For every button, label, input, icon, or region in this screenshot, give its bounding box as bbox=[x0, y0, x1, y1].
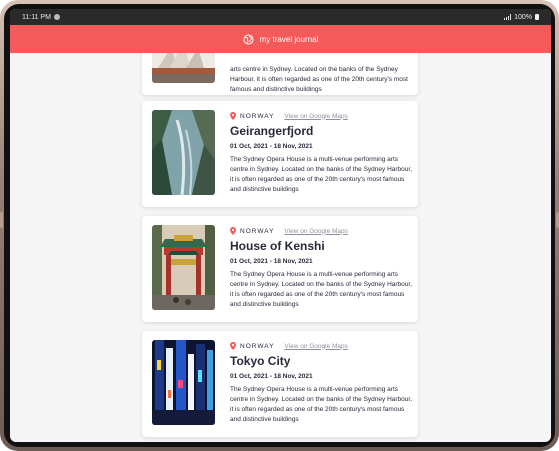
entry-photo bbox=[152, 340, 215, 425]
google-maps-link[interactable]: View on Google Maps bbox=[284, 113, 347, 120]
entry-description: arts centre in Sydney. Located on the ba… bbox=[230, 66, 408, 93]
notification-icon bbox=[53, 14, 60, 20]
battery-icon bbox=[535, 14, 539, 20]
entry-country: NORWAY bbox=[240, 342, 275, 350]
app-header: my travel journal bbox=[10, 25, 551, 53]
journal-list[interactable]: arts centre in Sydney. Located on the ba… bbox=[10, 53, 551, 442]
location-pin-icon bbox=[230, 342, 236, 350]
google-maps-link[interactable]: View on Google Maps bbox=[284, 228, 347, 235]
status-bar: 11:11 PM 100% bbox=[10, 9, 551, 25]
entry-photo bbox=[152, 225, 215, 310]
opera-house-photo bbox=[152, 53, 215, 83]
city-photo bbox=[152, 340, 215, 425]
entry-dates: 01 Oct, 2021 - 18 Nov, 2021 bbox=[230, 373, 313, 380]
device-frame: 11:11 PM 100% my travel journal arts cen… bbox=[0, 0, 559, 451]
entry-title: House of Kenshi bbox=[230, 239, 325, 253]
entry-dates: 01 Oct, 2021 - 18 Nov, 2021 bbox=[230, 143, 313, 150]
location-pin-icon bbox=[230, 227, 236, 235]
screen: 11:11 PM 100% my travel journal arts cen… bbox=[10, 9, 551, 442]
battery-level: 100% bbox=[514, 13, 532, 21]
entry-title: Geirangerfjord bbox=[230, 124, 314, 138]
entry-country: NORWAY bbox=[240, 112, 275, 120]
gate-photo bbox=[152, 225, 215, 310]
journal-entry-card[interactable]: NORWAY View on Google Maps Geirangerfjor… bbox=[142, 101, 418, 207]
entry-dates: 01 Oct, 2021 - 18 Nov, 2021 bbox=[230, 258, 313, 265]
app-title: my travel journal bbox=[259, 34, 319, 44]
journal-entry-card[interactable]: arts centre in Sydney. Located on the ba… bbox=[142, 53, 418, 95]
location-pin-icon bbox=[230, 112, 236, 120]
status-time: 11:11 PM bbox=[22, 13, 51, 21]
signal-icon bbox=[504, 14, 512, 20]
google-maps-link[interactable]: View on Google Maps bbox=[284, 343, 347, 350]
journal-entry-card[interactable]: NORWAY View on Google Maps Tokyo City 01… bbox=[142, 331, 418, 437]
entry-description: The Sydney Opera House is a multi-venue … bbox=[230, 271, 412, 308]
entry-description: The Sydney Opera House is a multi-venue … bbox=[230, 156, 412, 193]
entry-title: Tokyo City bbox=[230, 354, 291, 368]
side-button bbox=[0, 212, 3, 228]
entry-country: NORWAY bbox=[240, 227, 275, 235]
entry-photo bbox=[152, 53, 215, 83]
fjord-photo bbox=[152, 110, 215, 195]
entry-description: The Sydney Opera House is a multi-venue … bbox=[230, 386, 412, 423]
globe-icon bbox=[243, 33, 254, 45]
entry-photo bbox=[152, 110, 215, 195]
journal-entry-card[interactable]: NORWAY View on Google Maps House of Kens… bbox=[142, 216, 418, 322]
